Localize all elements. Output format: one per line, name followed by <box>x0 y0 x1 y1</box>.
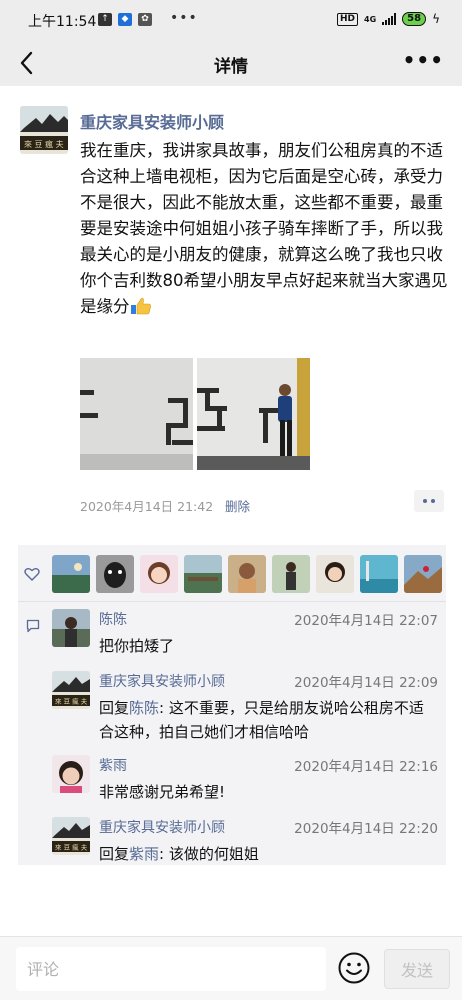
post-timestamp: 2020年4月14日 21:42 <box>80 499 214 514</box>
status-bar: 上午11:54 ↑ ◆ ✿ ••• HD 4G 58 ϟ <box>0 0 462 40</box>
reply-prefix: 回复 <box>99 699 130 717</box>
send-button[interactable]: 发送 <box>384 949 450 989</box>
nav-bar: 详情 ••• <box>0 40 462 86</box>
liker-avatar[interactable] <box>52 555 90 593</box>
comment-text: 把你拍矮了 <box>99 637 175 655</box>
notification-icons: ↑ ◆ ✿ <box>98 13 152 26</box>
comment-text: 非常感谢兄弟希望! <box>99 783 226 801</box>
post-text: 我在重庆，我讲家具故事，朋友们公租房真的不适合这种上墙电视柜，因为它后面是空心砖… <box>80 138 448 320</box>
comment-time: 2020年4月14日 22:07 <box>294 613 438 629</box>
post-actions-button[interactable] <box>414 490 444 512</box>
svg-text:來 豆 瘋 夫: 來 豆 瘋 夫 <box>55 843 88 852</box>
hd-icon: HD <box>337 12 359 26</box>
commenter-name[interactable]: 陈陈 <box>99 609 127 629</box>
more-notifications-icon: ••• <box>170 10 198 26</box>
comment-item[interactable]: 來 豆 瘋 夫 重庆家具安装师小顾 2020年4月14日 22:09 回复陈陈:… <box>52 671 438 751</box>
emoji-icon[interactable] <box>337 951 371 985</box>
svg-text:來 豆 瘋 夫: 來 豆 瘋 夫 <box>24 139 64 149</box>
comment-item[interactable]: 紫雨 2020年4月14日 22:16 非常感谢兄弟希望! <box>52 755 438 811</box>
status-time: 上午11:54 <box>28 14 97 30</box>
commenter-name[interactable]: 重庆家具安装师小顾 <box>99 671 225 691</box>
liker-avatar[interactable] <box>316 555 354 593</box>
comment-time: 2020年4月14日 22:16 <box>294 759 438 775</box>
liker-avatar[interactable] <box>184 555 222 593</box>
app-notification-icon: ◆ <box>118 13 132 26</box>
page-title: 详情 <box>214 57 248 77</box>
network-type: 4G <box>364 14 377 24</box>
more-dot-icon <box>423 499 427 503</box>
delete-link[interactable]: 删除 <box>225 496 250 515</box>
charging-icon: ϟ <box>432 12 440 26</box>
commenter-name[interactable]: 重庆家具安装师小顾 <box>99 817 225 837</box>
commenter-avatar[interactable]: 來 豆 瘋 夫 <box>52 817 90 855</box>
liker-avatar[interactable] <box>96 555 134 593</box>
commenter-avatar[interactable] <box>52 755 90 793</box>
commenter-avatar[interactable]: 來 豆 瘋 夫 <box>52 671 90 709</box>
liker-avatar[interactable] <box>228 555 266 593</box>
post-body: 我在重庆，我讲家具故事，朋友们公租房真的不适合这种上墙电视柜，因为它后面是空心砖… <box>80 141 448 316</box>
comment-time: 2020年4月14日 22:09 <box>294 675 438 691</box>
comment-bubble-icon <box>26 619 40 633</box>
liker-avatar[interactable] <box>404 555 442 593</box>
reply-target-name[interactable]: 陈陈 <box>129 699 159 717</box>
reply-body: : 该做的何姐姐 <box>159 845 259 863</box>
commenter-avatar[interactable] <box>52 609 90 647</box>
post-photo-1[interactable] <box>80 358 193 470</box>
liker-avatar[interactable] <box>272 555 310 593</box>
svg-text:來 豆 瘋 夫: 來 豆 瘋 夫 <box>55 697 88 706</box>
more-dots-icon[interactable]: ••• <box>403 48 444 72</box>
comment-item[interactable]: 陈陈 2020年4月14日 22:07 把你拍矮了 <box>52 609 438 665</box>
commenter-name[interactable]: 紫雨 <box>99 755 127 775</box>
comment-bar: 发送 <box>0 936 462 1000</box>
divider <box>18 601 446 602</box>
post-author-name[interactable]: 重庆家具安装师小顾 <box>80 109 224 133</box>
battery-icon: 58 <box>402 12 427 26</box>
comment-item[interactable]: 來 豆 瘋 夫 重庆家具安装师小顾 2020年4月14日 22:20 回复紫雨:… <box>52 817 438 863</box>
author-avatar[interactable]: 來 豆 瘋 夫 <box>20 106 68 154</box>
post-photo-2[interactable] <box>197 358 310 470</box>
upload-icon: ↑ <box>98 13 112 26</box>
comment-text: 回复陈陈: 这不重要，只是给朋友说哈公租房不适合这种，拍自己她们才相信哈哈 <box>99 696 425 744</box>
signal-icon <box>382 13 397 25</box>
comment-time: 2020年4月14日 22:20 <box>294 821 438 837</box>
more-dot-icon <box>431 499 435 503</box>
reply-target-name[interactable]: 紫雨 <box>129 845 159 863</box>
liker-avatar[interactable] <box>360 555 398 593</box>
liker-avatar[interactable] <box>140 555 178 593</box>
interaction-panel: 陈陈 2020年4月14日 22:07 把你拍矮了 來 豆 瘋 夫 重庆家具安装… <box>18 545 446 865</box>
heart-outline-icon <box>24 568 40 581</box>
thumbs-up-icon <box>130 297 151 315</box>
comment-input[interactable] <box>16 947 326 991</box>
likers-list <box>52 555 442 593</box>
reply-prefix: 回复 <box>99 845 130 863</box>
weibo-notification-icon: ✿ <box>138 13 152 26</box>
status-indicators: HD 4G 58 ϟ <box>337 12 440 26</box>
comment-text: 回复紫雨: 该做的何姐姐 <box>99 842 425 866</box>
